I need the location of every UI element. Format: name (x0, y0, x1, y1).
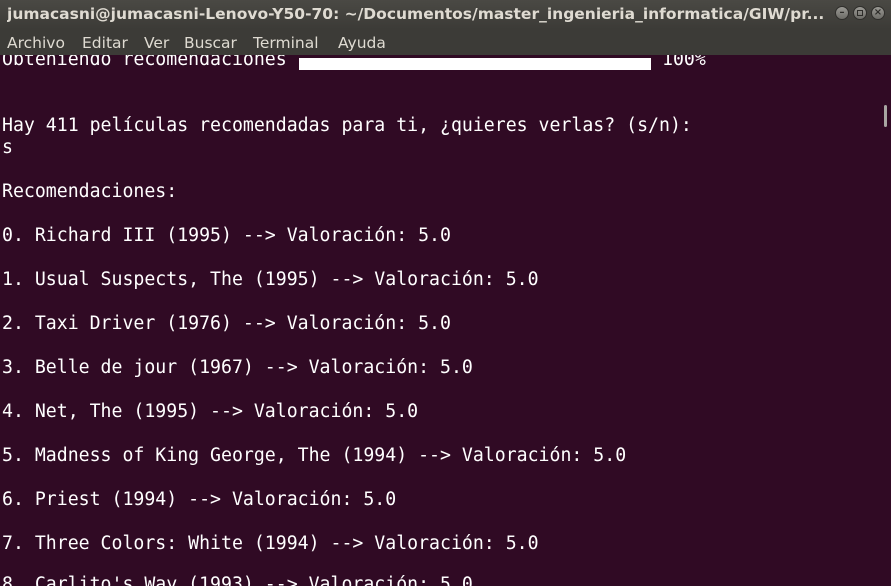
progress-percent: 100% (662, 55, 706, 70)
terminal-window: jumacasni@jumacasni-Lenovo-Y50-70: ~/Doc… (0, 0, 891, 586)
menu-terminal[interactable]: Terminal (253, 33, 319, 53)
recommendation-item: 0. Richard III (1995) --> Valoración: 5.… (2, 225, 451, 246)
progress-label: Obteniendo recomendaciones (2, 55, 287, 70)
recommendation-item: 5. Madness of King George, The (1994) --… (2, 445, 627, 466)
user-answer: s (2, 137, 13, 158)
recommendations-header: Recomendaciones: (2, 181, 178, 202)
scrollbar-thumb[interactable] (884, 105, 887, 127)
menu-bar: Archivo Editar Ver Buscar Terminal Ayuda (0, 29, 891, 55)
recommendation-item: 6. Priest (1994) --> Valoración: 5.0 (2, 489, 397, 510)
minimize-icon[interactable]: – (835, 6, 849, 20)
recommendation-item: 1. Usual Suspects, The (1995) --> Valora… (2, 269, 539, 290)
progress-bar (299, 58, 651, 70)
window-title: jumacasni@jumacasni-Lenovo-Y50-70: ~/Doc… (7, 5, 825, 23)
scrollbar[interactable] (880, 55, 891, 586)
maximize-icon[interactable] (853, 6, 867, 20)
menu-buscar[interactable]: Buscar (184, 33, 237, 53)
menu-ayuda[interactable]: Ayuda (338, 33, 386, 53)
menu-ver[interactable]: Ver (144, 33, 169, 53)
recommendation-item: 7. Three Colors: White (1994) --> Valora… (2, 533, 539, 554)
terminal-output[interactable]: Obteniendo recomendaciones 100% Hay 411 … (0, 55, 880, 586)
recommendation-item: 3. Belle de jour (1967) --> Valoración: … (2, 357, 473, 378)
close-icon[interactable]: × (871, 6, 885, 20)
menu-archivo[interactable]: Archivo (7, 33, 65, 53)
title-bar[interactable]: jumacasni@jumacasni-Lenovo-Y50-70: ~/Doc… (0, 0, 891, 29)
recommendation-prompt: Hay 411 películas recomendadas para ti, … (2, 115, 692, 136)
menu-editar[interactable]: Editar (82, 33, 128, 53)
recommendation-item: 2. Taxi Driver (1976) --> Valoración: 5.… (2, 313, 451, 334)
recommendation-item: 4. Net, The (1995) --> Valoración: 5.0 (2, 401, 419, 422)
recommendation-item: 8. Carlito's Way (1993) --> Valoración: … (2, 574, 473, 586)
